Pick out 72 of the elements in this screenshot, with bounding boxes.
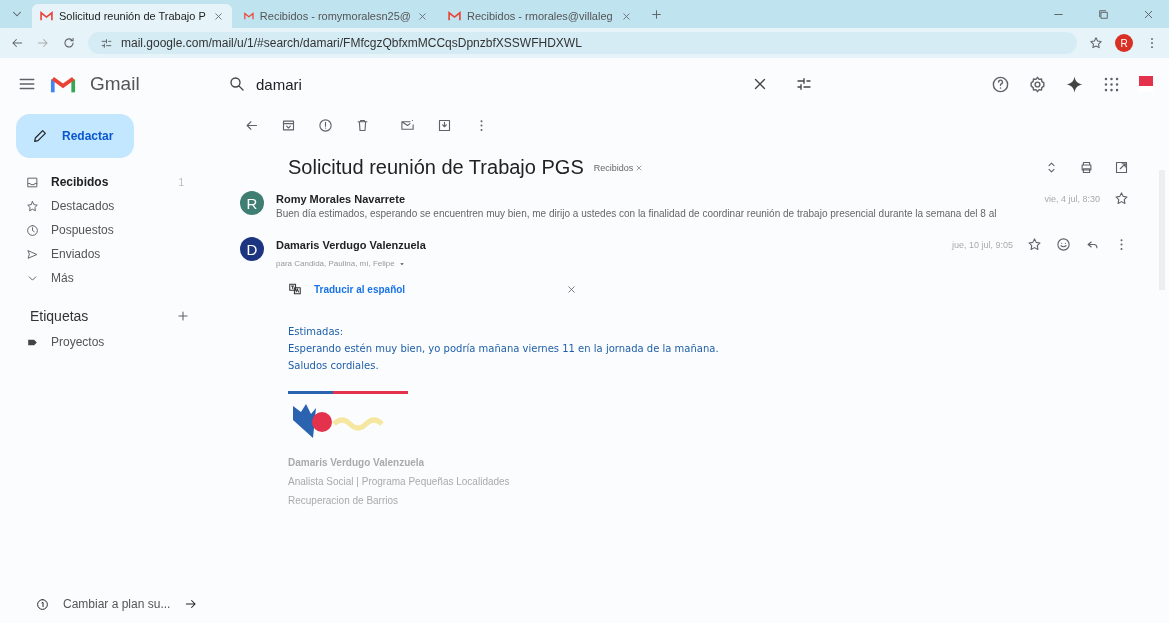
- close-icon[interactable]: [213, 10, 224, 22]
- mail-logo-icon: [448, 11, 461, 21]
- compose-button[interactable]: Redactar: [16, 114, 134, 158]
- help-icon[interactable]: [991, 74, 1010, 94]
- translate-link[interactable]: Traducir al español: [314, 283, 554, 295]
- filter-sliders-icon[interactable]: [795, 75, 813, 93]
- print-icon[interactable]: [1079, 160, 1094, 175]
- body-text: Saludos cordiales.: [288, 360, 379, 371]
- arrow-right-icon: [184, 597, 199, 611]
- message-date: jue, 10 jul, 9:05: [951, 239, 1013, 250]
- sidebar-item[interactable]: Pospuestos: [0, 218, 240, 242]
- sidebar-item[interactable]: Recibidos 1: [0, 170, 240, 194]
- label-item[interactable]: Proyectos: [0, 330, 240, 354]
- inbox-icon: [26, 175, 39, 189]
- move-icon[interactable]: [437, 117, 452, 133]
- delete-icon[interactable]: [355, 117, 370, 133]
- send-icon: [26, 247, 39, 261]
- info-icon: [36, 597, 49, 611]
- signature-text: Damaris Verdugo Valenzuela: [288, 457, 425, 468]
- sender-name: Romy Morales Navarrete: [276, 192, 405, 205]
- thread-subject: Solicitud reunión de Trabajo PGS: [288, 156, 584, 179]
- browser-tab[interactable]: Solicitud reunión de Trabajo P: [32, 4, 232, 28]
- restore-icon[interactable]: [1097, 7, 1110, 21]
- label-chip[interactable]: Recibidos: [593, 162, 644, 173]
- close-icon[interactable]: [417, 10, 428, 22]
- address-field[interactable]: mail.google.com/mail/u/1/#search/damari/FMfcgzQbfxmMCCqsDpnzbfXSSWFHDXWL: [88, 32, 1077, 54]
- app-name: Gmail: [90, 73, 140, 95]
- clock-icon: [26, 223, 39, 237]
- translate-icon: [288, 282, 302, 296]
- archive-icon[interactable]: [281, 117, 296, 133]
- close-icon[interactable]: [566, 283, 577, 295]
- sender-name: Damaris Verdugo Valenzuela: [276, 238, 426, 251]
- body-text: Esperando estén muy bien, yo podría mañana viernes 11 en la jornada de la mañana.: [288, 343, 719, 354]
- search-icon: [228, 75, 246, 93]
- profile-avatar[interactable]: R: [1115, 34, 1133, 52]
- add-label-icon[interactable]: [176, 309, 190, 323]
- sidebar-item[interactable]: Más: [0, 266, 240, 290]
- search-field[interactable]: damari: [218, 65, 823, 103]
- browser-tab[interactable]: Recibidos - rmorales@villaleg: [440, 4, 640, 28]
- star-icon: [26, 199, 39, 213]
- message-snippet: Buen día estimados, esperando se encuentren muy bien, me dirijo a ustedes con la finalidad de coordinar reunión de trabajo presencial durante la semana del 8 al: [276, 208, 998, 219]
- back-icon[interactable]: [10, 36, 24, 50]
- mail-logo-icon: [244, 11, 254, 21]
- mail-logo-icon: [50, 74, 76, 94]
- settings-icon[interactable]: [1028, 74, 1047, 94]
- close-icon[interactable]: [635, 163, 644, 172]
- mail-logo-icon: [40, 11, 53, 21]
- browser-tab[interactable]: Recibidos - romymoralesn25@: [236, 4, 436, 28]
- signature-text: Recuperacion de Barrios: [288, 495, 399, 506]
- pencil-icon: [32, 128, 48, 144]
- body-text: Estimadas:: [288, 326, 344, 337]
- bookmark-star-icon[interactable]: [1089, 36, 1103, 50]
- labels-heading: Etiquetas: [30, 308, 89, 324]
- site-settings-icon[interactable]: [100, 36, 113, 50]
- star-icon[interactable]: [1114, 191, 1129, 206]
- organization-logo-icon[interactable]: [1139, 76, 1153, 92]
- close-icon[interactable]: [621, 10, 632, 22]
- upgrade-link[interactable]: Cambiar a plan su...: [0, 597, 240, 611]
- report-icon[interactable]: [318, 117, 333, 133]
- mark-unread-icon[interactable]: [400, 117, 415, 133]
- message-date: vie, 4 jul, 8:30: [1044, 193, 1100, 204]
- sidebar-item[interactable]: Destacados: [0, 194, 240, 218]
- avatar: R: [240, 191, 264, 215]
- star-icon[interactable]: [1027, 237, 1042, 252]
- sidebar-item[interactable]: Enviados: [0, 242, 240, 266]
- reload-icon[interactable]: [62, 36, 76, 50]
- open-new-window-icon[interactable]: [1114, 160, 1129, 175]
- new-tab-icon[interactable]: [650, 7, 663, 21]
- avatar: D: [240, 237, 264, 261]
- signature-text: Analista Social | Programa Pequeñas Localidades: [288, 476, 510, 487]
- emoji-icon[interactable]: [1056, 237, 1071, 252]
- sparkle-icon[interactable]: [1065, 74, 1084, 94]
